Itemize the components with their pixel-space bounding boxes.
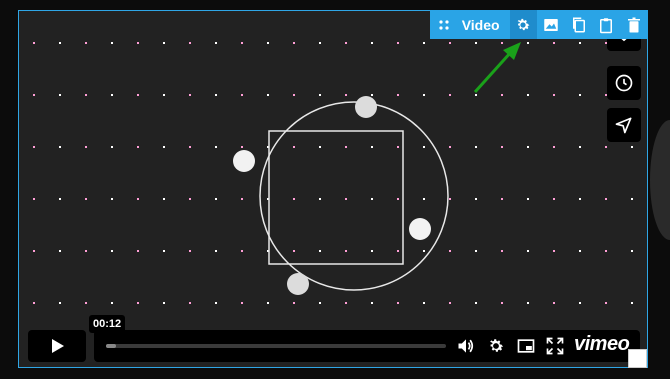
orb-2 bbox=[233, 150, 255, 172]
gear-icon bbox=[518, 18, 530, 30]
player-controls: vimeo bbox=[28, 330, 640, 362]
vimeo-logo[interactable]: vimeo bbox=[574, 333, 630, 356]
volume-button[interactable] bbox=[456, 336, 476, 356]
clipboard-icon bbox=[600, 17, 613, 33]
square-shape bbox=[268, 130, 404, 265]
replace-image-button[interactable] bbox=[537, 10, 565, 39]
share-button[interactable] bbox=[607, 108, 641, 142]
progress-bar[interactable] bbox=[106, 344, 446, 348]
paste-button[interactable] bbox=[593, 10, 621, 39]
block-type-label: Video bbox=[461, 16, 500, 33]
background-shape bbox=[650, 120, 670, 240]
orbit-circle bbox=[259, 101, 449, 291]
orb-3 bbox=[409, 218, 431, 240]
player-settings-button[interactable] bbox=[486, 336, 506, 356]
send-icon bbox=[615, 117, 632, 134]
copy-icon bbox=[572, 17, 585, 32]
orb-1 bbox=[355, 96, 377, 118]
fullscreen-icon bbox=[546, 337, 564, 355]
play-icon bbox=[52, 339, 64, 353]
watch-later-button[interactable] bbox=[607, 66, 641, 100]
trash-icon bbox=[628, 17, 641, 32]
orb-4 bbox=[287, 273, 309, 295]
resize-handle[interactable] bbox=[628, 349, 647, 368]
delete-button[interactable] bbox=[620, 10, 648, 39]
settings-button[interactable] bbox=[509, 10, 538, 39]
block-toolbar: Video bbox=[430, 10, 648, 39]
time-tooltip: 00:12 bbox=[89, 315, 126, 333]
picture-in-picture-icon bbox=[517, 339, 535, 353]
page: Video vimeo 00:12 bbox=[0, 0, 670, 379]
progress-fill bbox=[106, 344, 117, 348]
fullscreen-button[interactable] bbox=[545, 336, 565, 356]
annotation-arrow bbox=[473, 42, 521, 94]
drag-handle-button[interactable] bbox=[430, 10, 458, 39]
image-icon bbox=[544, 18, 558, 31]
clock-icon bbox=[615, 74, 633, 92]
volume-icon bbox=[458, 339, 474, 353]
play-button[interactable] bbox=[28, 330, 86, 362]
duplicate-button[interactable] bbox=[565, 10, 593, 39]
gear-icon bbox=[490, 339, 504, 352]
picture-in-picture-button[interactable] bbox=[516, 336, 536, 356]
drag-handle-icon bbox=[439, 19, 449, 30]
